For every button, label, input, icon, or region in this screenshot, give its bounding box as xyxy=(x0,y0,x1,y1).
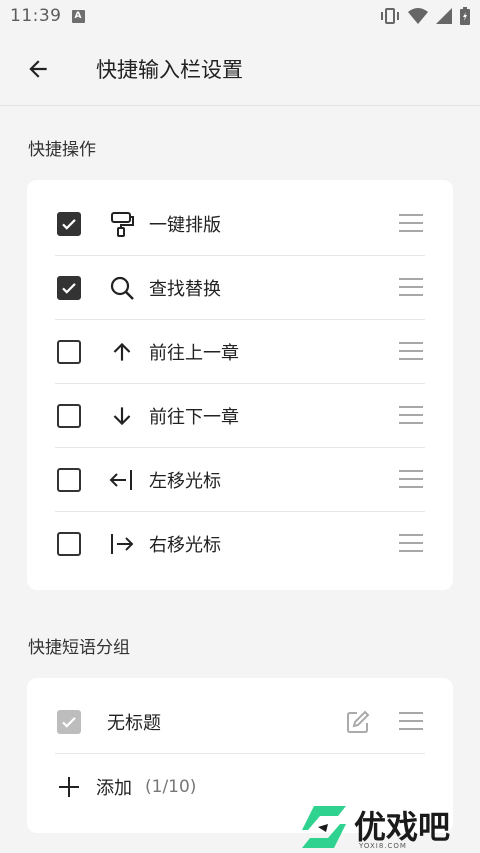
checkbox[interactable] xyxy=(57,276,81,300)
checkbox[interactable] xyxy=(57,532,81,556)
checkbox[interactable] xyxy=(57,468,81,492)
watermark-logo: 优戏吧 YOXI8.COM xyxy=(298,800,480,853)
list-item[interactable]: 左移光标 xyxy=(27,448,453,512)
checkbox[interactable] xyxy=(57,404,81,428)
back-button[interactable] xyxy=(10,41,66,97)
section-title-quick-actions: 快捷操作 xyxy=(28,140,96,160)
quick-actions-card: 一键排版 查找替换 前往上一章 前往下一章 左移光标 右移光标 xyxy=(27,180,453,590)
status-time: 11:39 xyxy=(10,6,62,26)
add-label: 添加 xyxy=(96,778,132,799)
row-label: 前往下一章 xyxy=(149,407,239,428)
page-title: 快捷输入栏设置 xyxy=(96,57,243,82)
list-item[interactable]: 前往上一章 xyxy=(27,320,453,384)
paint-roller-icon xyxy=(107,209,137,239)
drag-handle-icon[interactable] xyxy=(399,470,423,490)
battery-icon xyxy=(460,7,470,25)
vibrate-icon xyxy=(381,8,399,24)
section-title-phrase-groups: 快捷短语分组 xyxy=(28,638,130,658)
arrow-down-icon xyxy=(107,401,137,431)
row-label: 一键排版 xyxy=(149,215,221,236)
notification-badge-icon: A xyxy=(71,9,85,23)
add-count: (1/10) xyxy=(145,777,197,797)
row-label: 前往上一章 xyxy=(149,343,239,364)
edit-icon[interactable] xyxy=(345,709,371,735)
list-item[interactable]: 无标题 xyxy=(27,690,453,754)
watermark-text: 优戏吧 xyxy=(354,807,451,846)
list-item[interactable]: 右移光标 xyxy=(27,512,453,576)
drag-handle-icon[interactable] xyxy=(399,278,423,298)
app-bar: 快捷输入栏设置 xyxy=(0,32,480,106)
row-label: 查找替换 xyxy=(149,279,221,300)
drag-handle-icon[interactable] xyxy=(399,342,423,362)
drag-handle-icon[interactable] xyxy=(399,712,423,732)
checkbox[interactable] xyxy=(57,212,81,236)
drag-handle-icon[interactable] xyxy=(399,534,423,554)
checkbox[interactable] xyxy=(57,710,81,734)
plus-icon xyxy=(59,777,79,797)
drag-handle-icon[interactable] xyxy=(399,214,423,234)
row-label: 无标题 xyxy=(107,713,161,734)
list-item[interactable]: 前往下一章 xyxy=(27,384,453,448)
status-icons xyxy=(380,7,470,25)
signal-icon xyxy=(436,8,452,24)
search-icon xyxy=(107,273,137,303)
drag-handle-icon[interactable] xyxy=(399,406,423,426)
status-bar: 11:39 A xyxy=(0,0,480,32)
list-item[interactable]: 查找替换 xyxy=(27,256,453,320)
list-item[interactable]: 一键排版 xyxy=(27,192,453,256)
wifi-icon xyxy=(408,8,428,24)
cursor-left-icon xyxy=(107,465,137,495)
arrow-up-icon xyxy=(107,337,137,367)
row-label: 左移光标 xyxy=(149,471,221,492)
watermark-mark-icon xyxy=(302,805,346,848)
cursor-right-icon xyxy=(107,529,137,559)
row-label: 右移光标 xyxy=(149,535,221,556)
checkbox[interactable] xyxy=(57,340,81,364)
arrow-left-icon xyxy=(29,59,47,78)
watermark-sub: YOXI8.COM xyxy=(359,842,407,850)
